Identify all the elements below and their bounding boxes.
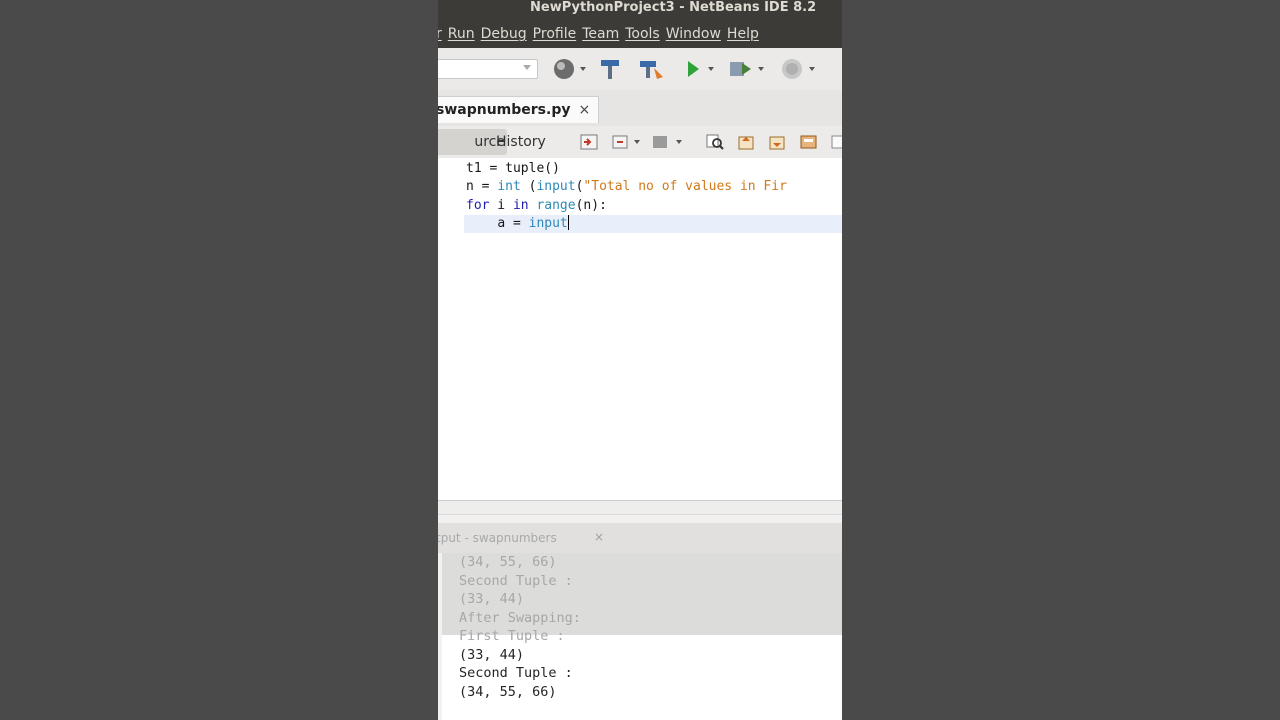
output-tab-title[interactable]: tput - swapnumbers	[438, 531, 557, 545]
configuration-combo[interactable]	[438, 59, 538, 79]
tab-swapnumbers[interactable]: swapnumbers.py ×	[438, 96, 600, 123]
chevron-down-icon[interactable]	[580, 67, 586, 71]
history-tab[interactable]: History	[496, 129, 546, 155]
forward-icon[interactable]	[652, 134, 668, 150]
menu-bar: r Run Debug Profile Team Tools Window He…	[438, 20, 842, 48]
back-icon[interactable]	[612, 134, 628, 150]
chevron-down-icon	[523, 65, 531, 70]
toggle-bookmark-icon[interactable]	[800, 134, 818, 150]
code-line-3: for i in range(n):	[466, 198, 607, 213]
chevron-down-icon[interactable]	[634, 140, 640, 144]
clean-build-icon[interactable]	[638, 58, 664, 80]
output-line: (34, 55, 66)	[459, 683, 557, 700]
menu-item-profile[interactable]: Profile	[533, 26, 577, 42]
panel-splitter[interactable]	[438, 500, 842, 515]
menu-item-help[interactable]: Help	[727, 26, 759, 42]
menu-item-debug[interactable]: Debug	[481, 26, 527, 42]
menu-item-partial[interactable]: r	[438, 26, 442, 42]
chevron-down-icon[interactable]	[758, 67, 764, 71]
output-line: First Tuple :	[459, 628, 565, 644]
editor-tab-bar: swapnumbers.py ×	[438, 90, 842, 126]
globe-icon[interactable]	[552, 58, 576, 80]
chevron-down-icon[interactable]	[676, 140, 682, 144]
debug-icon[interactable]	[728, 58, 754, 80]
prev-occurrence-icon[interactable]	[738, 134, 756, 150]
output-line: Second Tuple :	[459, 572, 573, 589]
menu-item-tools[interactable]: Tools	[625, 26, 660, 42]
next-occurrence-icon[interactable]	[769, 134, 787, 150]
profile-icon[interactable]	[780, 58, 804, 80]
hammer-icon[interactable]	[599, 58, 621, 80]
menu-item-window[interactable]: Window	[666, 26, 721, 42]
output-line: Second Tuple :	[459, 665, 573, 681]
output-line: (33, 44)	[459, 646, 525, 663]
output-line: (33, 44)	[459, 591, 525, 607]
close-icon[interactable]: ×	[578, 102, 590, 118]
output-header: tput - swapnumbers ×	[438, 523, 842, 553]
main-toolbar	[438, 48, 842, 91]
code-line-2: n = int (input("Total no of values in Fi…	[466, 179, 787, 194]
text-caret	[567, 215, 569, 230]
tab-filename: swapnumbers.py	[438, 102, 571, 118]
menu-item-team[interactable]: Team	[582, 26, 619, 42]
editor-toolbar: urce History	[438, 126, 842, 159]
code-line-4-current: a = input	[464, 215, 842, 233]
shift-left-icon[interactable]	[831, 134, 842, 150]
run-icon[interactable]	[684, 58, 702, 80]
find-icon[interactable]	[706, 134, 724, 150]
chevron-down-icon[interactable]	[809, 67, 815, 71]
code-editor[interactable]: t1 = tuple() n = int (input("Total no of…	[438, 158, 842, 500]
window-title: NewPythonProject3 - NetBeans IDE 8.2	[438, 0, 842, 20]
output-panel[interactable]: (34, 55, 66) Second Tuple : (33, 44) Aft…	[442, 553, 842, 720]
close-icon[interactable]: ×	[594, 530, 604, 544]
menu-item-run[interactable]: Run	[448, 26, 475, 42]
code-line-1: t1 = tuple()	[466, 161, 560, 176]
netbeans-window: NewPythonProject3 - NetBeans IDE 8.2 r R…	[438, 0, 842, 720]
last-edit-icon[interactable]	[580, 134, 598, 150]
chevron-down-icon[interactable]	[708, 67, 714, 71]
output-line: (34, 55, 66)	[459, 554, 557, 570]
output-text: (34, 55, 66) Second Tuple : (33, 44) Aft…	[459, 553, 581, 701]
output-line: After Swapping:	[459, 609, 581, 626]
